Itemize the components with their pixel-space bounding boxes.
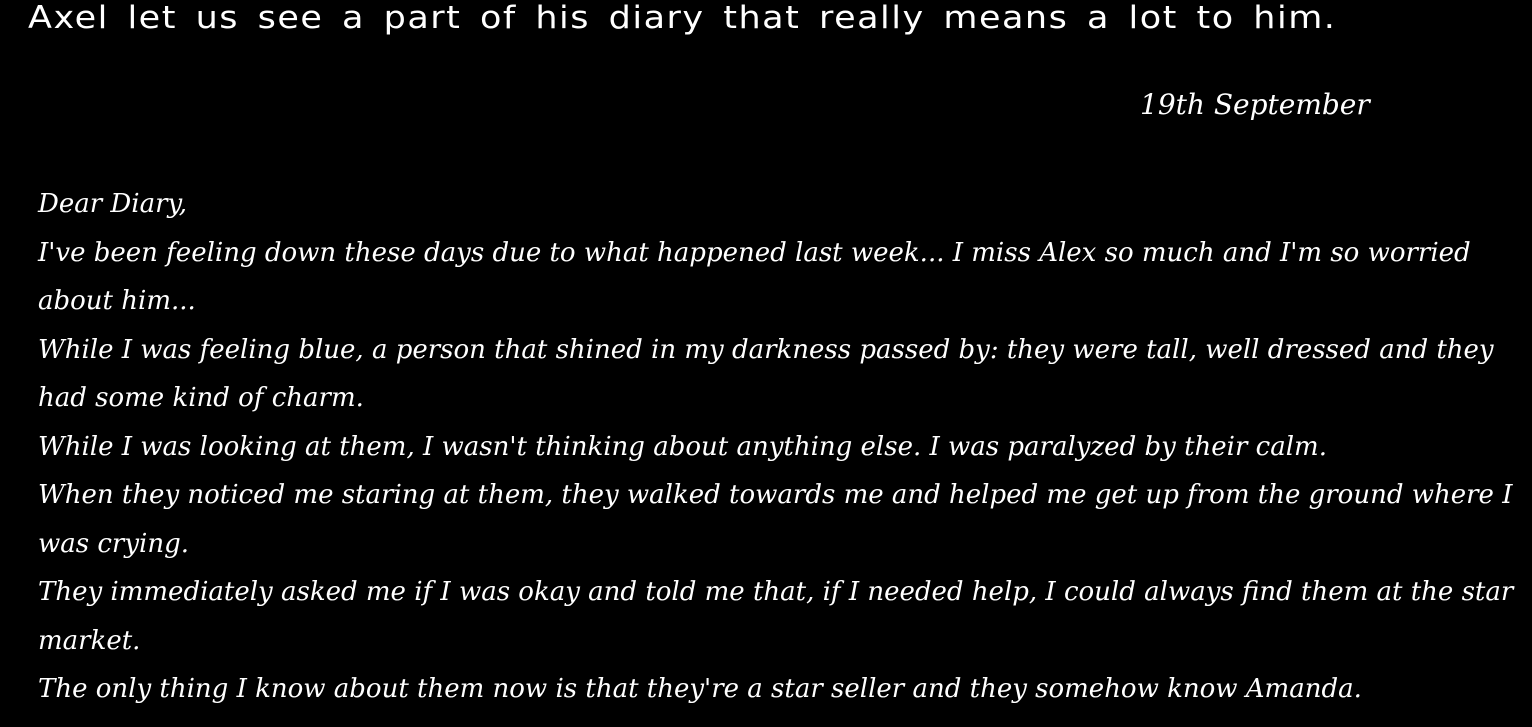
diary-greeting: Dear Diary, <box>38 189 188 219</box>
diary-paragraph: I've been feeling down these days due to… <box>38 237 1471 317</box>
diary-paragraph: They immediately asked me if I was okay … <box>38 577 1514 656</box>
diary-paragraph: When they noticed me staring at them, th… <box>38 480 1513 559</box>
diary-entry: Dear Diary, I've been feeling down these… <box>38 180 1518 714</box>
diary-paragraph: The only thing I know about them now is … <box>38 674 1362 704</box>
narration-header: Axel let us see a part of his diary that… <box>28 0 1337 36</box>
diary-date: 19th September <box>1140 88 1370 121</box>
diary-paragraph: While I was looking at them, I wasn't th… <box>38 431 1327 462</box>
diary-paragraph: While I was feeling blue, a person that … <box>38 334 1494 414</box>
